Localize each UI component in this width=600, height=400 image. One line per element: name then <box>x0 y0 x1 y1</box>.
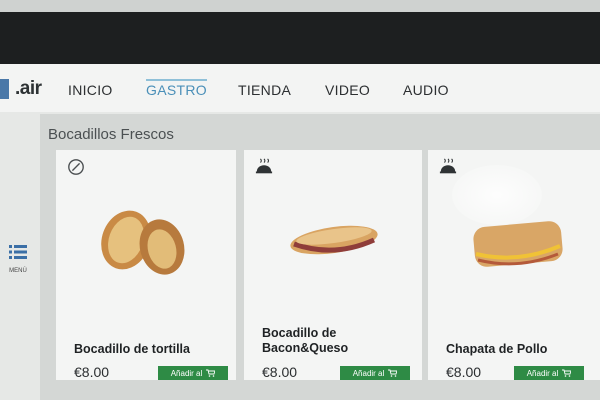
add-to-cart-button[interactable]: Añadir al <box>514 366 584 380</box>
product-price: €8.00 <box>74 364 110 380</box>
side-menu-label: MENÚ <box>9 268 27 274</box>
product-image <box>101 210 185 275</box>
nav-item-tienda[interactable]: TIENDA <box>238 82 291 98</box>
list-menu-icon <box>9 245 27 259</box>
add-button-label: Añadir al <box>170 368 203 378</box>
product-image <box>290 225 378 255</box>
hot-dish-icon <box>255 158 273 174</box>
screen-glare <box>452 165 542 225</box>
add-button-label: Añadir al <box>526 368 559 378</box>
device-bezel <box>0 12 600 64</box>
nav-item-audio[interactable]: AUDIO <box>403 82 449 98</box>
add-to-cart-button[interactable]: Añadir al <box>158 366 228 380</box>
cart-icon <box>562 369 572 377</box>
side-menu-button[interactable]: MENÚ <box>6 244 30 274</box>
add-button-label: Añadir al <box>352 368 385 378</box>
add-to-cart-button[interactable]: Añadir al <box>340 366 410 380</box>
top-navigation: .air INICIO GASTRO TIENDA VIDEO AUDIO <box>0 64 600 112</box>
product-name: Chapata de Pollo <box>446 342 548 356</box>
cart-icon <box>206 369 216 377</box>
nav-item-video[interactable]: VIDEO <box>325 82 370 98</box>
hot-dish-icon <box>439 158 457 174</box>
nav-item-inicio[interactable]: INICIO <box>68 82 113 98</box>
leaf-icon <box>68 159 84 175</box>
product-section: Bocadillos Frescos Bocadillo de tortilla… <box>40 114 600 400</box>
kiosk-screen: .air INICIO GASTRO TIENDA VIDEO AUDIO ME… <box>0 64 600 400</box>
logo-mark <box>0 79 9 99</box>
product-name: Bocadillo de tortilla <box>74 342 190 356</box>
product-name-line: Bocadillo de <box>262 326 337 340</box>
nav-item-gastro[interactable]: GASTRO <box>146 79 207 98</box>
cart-icon <box>388 369 398 377</box>
product-card[interactable]: Bocadillo de tortilla €8.00 Añadir al <box>56 150 236 380</box>
product-name-line: Bacon&Queso <box>262 341 349 355</box>
product-price: €8.00 <box>262 364 298 380</box>
product-card[interactable]: Bocadillo de Bacon&Queso €8.00 Añadir al <box>244 150 422 380</box>
product-price: €8.00 <box>446 364 482 380</box>
device-bezel-top <box>0 0 600 12</box>
app-logo[interactable]: .air <box>0 78 42 100</box>
logo-text: .air <box>15 78 42 99</box>
product-image <box>473 221 563 267</box>
product-name: Bocadillo de Bacon&Queso <box>262 326 348 356</box>
section-title: Bocadillos Frescos <box>48 126 174 143</box>
